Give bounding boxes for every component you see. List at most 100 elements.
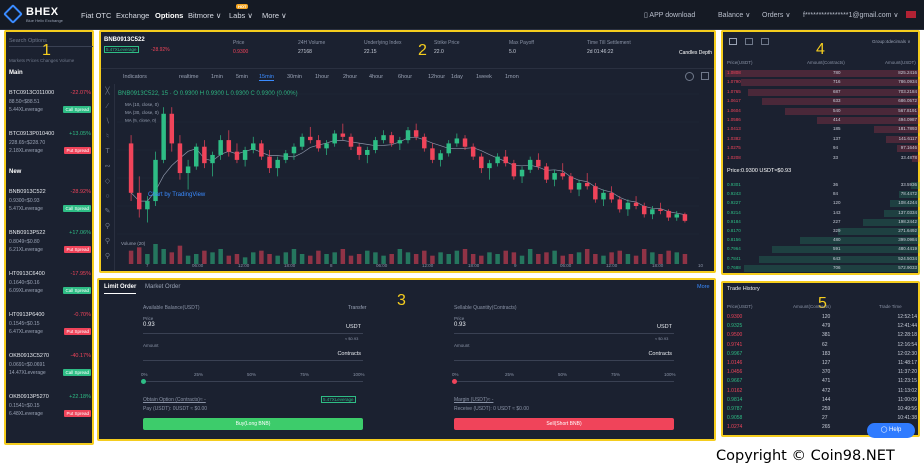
bid-row[interactable]: 0.9214 143 137.0334 bbox=[725, 209, 920, 217]
market-list-item[interactable]: HT0913P6400 -0.70% 0.1545≈$0.15 6.47XLevera… bbox=[9, 312, 93, 342]
candle-body bbox=[275, 159, 280, 169]
buy-long-button[interactable]: Buy(Long BNB) bbox=[143, 418, 363, 430]
buy-price-input[interactable]: 0.93 USDT bbox=[143, 322, 363, 334]
tab-market-order[interactable]: Market Order bbox=[145, 284, 180, 290]
account-menu[interactable]: f****************1@gmail.com ∨ bbox=[803, 11, 899, 19]
market-list-item[interactable]: OKB0913P5270 +22.18% 0.1541≈$0.15 6.48XLeve… bbox=[9, 394, 93, 424]
slider-track[interactable] bbox=[454, 381, 674, 382]
language-flag-icon[interactable] bbox=[906, 11, 916, 18]
timeframe-13[interactable]: 1mon bbox=[505, 74, 519, 80]
trade-price: 1.0146 bbox=[727, 360, 743, 366]
timeframe-0[interactable]: Indicators bbox=[123, 74, 147, 80]
slider-handle[interactable] bbox=[452, 379, 457, 384]
fullscreen-icon[interactable] bbox=[701, 72, 709, 80]
bid-row[interactable]: 0.9243 84 78.4472 bbox=[725, 191, 920, 199]
orders-menu[interactable]: Orders ∨ bbox=[762, 11, 790, 19]
timeframe-11[interactable]: 1day bbox=[451, 74, 463, 80]
market-list-item[interactable]: HT0913C6400 -17.95% 0.1640≈$0.16 6.09XLever… bbox=[9, 271, 93, 301]
ask-row[interactable]: 1.0765 687 703.2184 bbox=[725, 88, 920, 96]
slider-track[interactable] bbox=[143, 381, 363, 382]
market-sort-tabs[interactable]: Markets Prices Changes Volume bbox=[9, 58, 74, 63]
candlestick-chart[interactable] bbox=[117, 84, 699, 272]
help-button[interactable]: ◯ Help bbox=[867, 423, 915, 438]
ask-row[interactable]: 1.0208 33 33.4878 bbox=[725, 154, 920, 162]
volume-bar bbox=[422, 250, 427, 264]
ask-row[interactable]: 1.0382 137 141.6117 bbox=[725, 135, 920, 143]
buy-amount-input[interactable]: Contracts bbox=[143, 349, 363, 361]
sell-price-input[interactable]: 0.93 USDT bbox=[454, 322, 674, 334]
balance-menu[interactable]: Balance ∨ bbox=[718, 11, 750, 19]
group-decimals-select[interactable]: Group:4decimals ∨ bbox=[872, 39, 911, 45]
timeframe-12[interactable]: 1week bbox=[476, 74, 492, 80]
sell-amount-input[interactable]: Contracts bbox=[454, 349, 674, 361]
nav-labs[interactable]: Labs ∨ bbox=[229, 11, 253, 20]
slider-percent-label[interactable]: 100% bbox=[664, 372, 676, 377]
nav-options[interactable]: Options bbox=[155, 11, 183, 20]
sell-short-button[interactable]: Sell(Short BNB) bbox=[454, 418, 674, 430]
search-options-input[interactable]: Search Options bbox=[9, 38, 93, 47]
bid-row[interactable]: 0.9301 36 33.5936 bbox=[725, 182, 920, 189]
bid-row[interactable]: 0.7841 643 524.5034 bbox=[725, 255, 920, 263]
trade-time: 11:23:15 bbox=[897, 378, 917, 385]
bid-row[interactable]: 0.7688 706 572.9033 bbox=[725, 264, 920, 272]
market-list-item[interactable]: BNB0913P522 +17.06% 0.8049≈$0.80 6.21XLever… bbox=[9, 230, 93, 260]
ask-row[interactable]: 1.0617 633 686.0572 bbox=[725, 98, 920, 106]
chart-settings-icon[interactable] bbox=[685, 72, 694, 81]
slider-percent-label[interactable]: 50% bbox=[558, 372, 567, 377]
transfer-link[interactable]: Transfer bbox=[348, 305, 366, 311]
slider-percent-label[interactable]: 75% bbox=[300, 372, 309, 377]
slider-percent-label[interactable]: 25% bbox=[505, 372, 514, 377]
market-list-item[interactable]: BNB0913C522 -28.92% 0.9300≈$0.93 5.47XLever… bbox=[9, 189, 93, 219]
timeframe-1[interactable]: realtime bbox=[179, 74, 199, 80]
timeframe-4[interactable]: 15min bbox=[259, 74, 274, 81]
app-download-link[interactable]: ▯ APP download bbox=[644, 11, 695, 19]
bid-row[interactable]: 0.9227 120 108.4244 bbox=[725, 200, 920, 208]
ask-row[interactable]: 1.0275 94 97.1646 bbox=[725, 145, 920, 153]
ask-row[interactable]: 1.0413 185 181.7893 bbox=[725, 126, 920, 134]
ask-row[interactable]: 1.0808 780 825.2416 bbox=[725, 70, 920, 77]
timeframe-5[interactable]: 30min bbox=[287, 74, 302, 80]
timeframe-10[interactable]: 12hour bbox=[428, 74, 445, 80]
market-list-item[interactable]: BTC0913C011000 -22.07% 88.50≈$88.51 5.44XLe… bbox=[9, 90, 93, 120]
nav-exchange[interactable]: Exchange bbox=[116, 11, 149, 20]
trade-row: 1.0162 472 11:13:02 bbox=[726, 388, 919, 396]
more-link[interactable]: More bbox=[697, 284, 710, 290]
ask-row[interactable]: 1.0586 414 494.0987 bbox=[725, 117, 920, 124]
timeframe-6[interactable]: 1hour bbox=[315, 74, 329, 80]
market-list-item[interactable]: BTC0913P010400 +13.05% 228.65≈$228.70 2.18X… bbox=[9, 131, 93, 161]
time-tick: 7 bbox=[146, 263, 149, 268]
buy-price-value: 0.93 bbox=[143, 322, 155, 328]
bid-row[interactable]: 0.8170 329 271.6492 bbox=[725, 228, 920, 235]
timeframe-9[interactable]: 6hour bbox=[398, 74, 412, 80]
slider-handle[interactable] bbox=[141, 379, 146, 384]
book-view-bids-icon[interactable] bbox=[761, 38, 769, 45]
bid-row[interactable]: 0.8156 480 399.0984 bbox=[725, 237, 920, 245]
slider-percent-label[interactable]: 25% bbox=[194, 372, 203, 377]
tab-limit-order[interactable]: Limit Order bbox=[104, 284, 137, 294]
timeframe-7[interactable]: 2hour bbox=[343, 74, 357, 80]
bhex-logo[interactable]: BHEX Blue Helix Exchange bbox=[3, 4, 71, 25]
candle-body bbox=[234, 151, 240, 160]
market-list-item[interactable]: OKB0913C5270 -40.17% 0.0691≈$0.0691 14.47XL… bbox=[9, 353, 93, 383]
slider-percent-label[interactable]: 50% bbox=[247, 372, 256, 377]
ask-row[interactable]: 1.0790 716 786.0934 bbox=[725, 79, 920, 87]
nav-fiat-otc[interactable]: Fiat OTC bbox=[81, 11, 111, 20]
book-view-asks-icon[interactable] bbox=[745, 38, 753, 45]
book-view-both-icon[interactable] bbox=[729, 38, 737, 45]
drawing-tools-icons[interactable]: ╳ ∕ ∖ ♮ T ∾ ◇ ○ ✎ ⚲ ⚲ ⚲ bbox=[101, 84, 114, 264]
nav-bitmore[interactable]: Bitmore ∨ bbox=[188, 11, 221, 20]
bid-row[interactable]: 0.7964 591 480.4419 bbox=[725, 246, 920, 254]
bid-row[interactable]: 0.9184 227 198.2442 bbox=[725, 218, 920, 226]
timeframe-2[interactable]: 1min bbox=[211, 74, 223, 80]
timeframe-8[interactable]: 4hour bbox=[369, 74, 383, 80]
trade-amount: 144 bbox=[822, 396, 831, 403]
slider-percent-label[interactable]: 0% bbox=[452, 372, 459, 377]
timeframe-3[interactable]: 5min bbox=[236, 74, 248, 80]
slider-percent-label[interactable]: 0% bbox=[141, 372, 148, 377]
book-header-total: Amount(USDT) bbox=[885, 60, 916, 65]
nav-more[interactable]: More ∨ bbox=[262, 11, 287, 20]
slider-percent-label[interactable]: 75% bbox=[611, 372, 620, 377]
slider-percent-label[interactable]: 100% bbox=[353, 372, 365, 377]
chart-view-toggle[interactable]: Candles Depth bbox=[679, 50, 712, 56]
ask-row[interactable]: 1.0604 540 567.8191 bbox=[725, 107, 920, 115]
